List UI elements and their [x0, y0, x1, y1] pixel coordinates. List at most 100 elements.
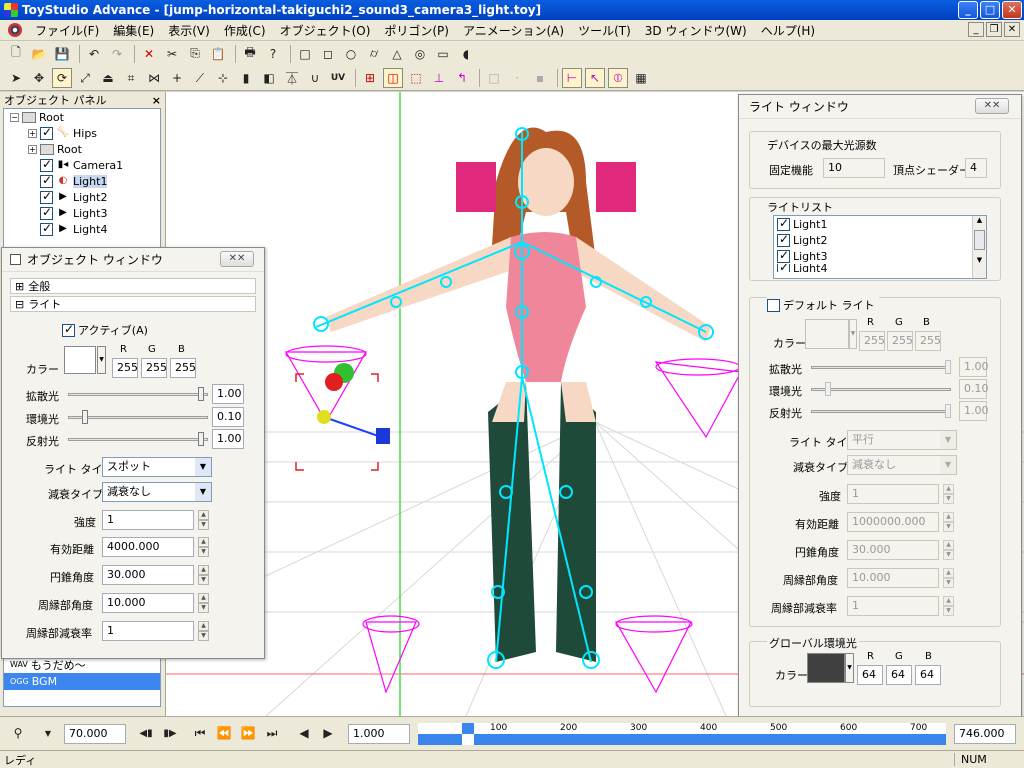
- hierarchy-icon[interactable]: ⊞: [360, 68, 380, 88]
- step-back-icon[interactable]: ⏪: [214, 723, 234, 743]
- show-bones-icon[interactable]: ⊢: [562, 68, 582, 88]
- create-cube-icon[interactable]: ◻: [318, 44, 338, 64]
- light-enable-checkbox[interactable]: [777, 216, 790, 231]
- light-list-item[interactable]: Light2: [774, 232, 986, 248]
- light-enable-checkbox[interactable]: [777, 264, 790, 272]
- range-spinner[interactable]: ▲ ▼: [198, 537, 209, 557]
- diffuse-slider[interactable]: [68, 384, 208, 404]
- scale-icon[interactable]: ⤢: [75, 68, 95, 88]
- tree-item-light2[interactable]: ▶ Light2: [4, 189, 160, 205]
- show-lights-icon[interactable]: ⦶: [608, 68, 628, 88]
- bone-add-icon[interactable]: ⊹: [213, 68, 233, 88]
- cut-icon[interactable]: ✂: [162, 44, 182, 64]
- extrude-icon[interactable]: ⏏: [98, 68, 118, 88]
- section-general-header[interactable]: ⊞ 全般: [10, 278, 256, 294]
- tree-item-light4[interactable]: ▶ Light4: [4, 221, 160, 237]
- tree-item-root[interactable]: − Root: [4, 109, 160, 125]
- light-window-close-button[interactable]: ✕✕: [975, 98, 1009, 114]
- help-icon[interactable]: ?: [263, 44, 283, 64]
- tree-item-light1[interactable]: ◐ Light1: [4, 173, 160, 189]
- key-icon[interactable]: ⚲: [8, 723, 28, 743]
- light-type-select[interactable]: スポット: [102, 457, 212, 477]
- active-checkbox[interactable]: [62, 322, 75, 337]
- timeline-slider[interactable]: 100 200 300 400 500 600 700: [418, 723, 946, 745]
- penumbra-angle-field[interactable]: 10.000: [102, 593, 194, 613]
- cone-angle-field[interactable]: 30.000: [102, 565, 194, 585]
- current-time-field[interactable]: 70.000: [64, 724, 126, 744]
- vertex-move-icon[interactable]: ⌗: [121, 68, 141, 88]
- move-icon[interactable]: ✥: [29, 68, 49, 88]
- ambient-slider[interactable]: [68, 407, 208, 427]
- collapse-icon[interactable]: −: [10, 112, 19, 122]
- playback-speed-field[interactable]: 1.000: [348, 724, 410, 744]
- menu-tools[interactable]: ツール(T): [571, 22, 638, 39]
- tree-item-root-folder[interactable]: + Root: [4, 141, 160, 157]
- color-dropdown-arrow[interactable]: ▼: [97, 346, 106, 374]
- key-dropdown-icon[interactable]: ▼: [38, 723, 58, 743]
- create-cylinder-icon[interactable]: ⌭: [364, 44, 384, 64]
- minimize-button[interactable]: _: [958, 1, 978, 19]
- menu-polygon[interactable]: ポリゴン(P): [377, 22, 456, 39]
- prev-key-icon[interactable]: ◀▮: [136, 723, 156, 743]
- scene-tree[interactable]: − Root + 🦴 Hips + Root ▮◂ Camera1 ◐ Ligh…: [3, 108, 161, 258]
- delete-icon[interactable]: ✕: [139, 44, 159, 64]
- light-list[interactable]: Light1 Light2 Light3 Light4 ▲ ▼: [773, 215, 987, 279]
- end-time-field[interactable]: 746.000: [954, 724, 1016, 744]
- point-icon[interactable]: ▪: [530, 68, 550, 88]
- select-arrow-icon[interactable]: ➤: [6, 68, 26, 88]
- reset-view-icon[interactable]: ↰: [452, 68, 472, 88]
- copy-icon[interactable]: ⎘: [185, 44, 205, 64]
- small-dot-icon[interactable]: ·: [507, 68, 527, 88]
- play-icon[interactable]: ▶: [318, 723, 338, 743]
- tree-item-hips[interactable]: + 🦴 Hips: [4, 125, 160, 141]
- create-speaker-icon[interactable]: ◖: [456, 44, 476, 64]
- magnet-icon[interactable]: ∪: [305, 68, 325, 88]
- axis-icon[interactable]: ⊥: [429, 68, 449, 88]
- light-enable-checkbox[interactable]: [777, 232, 790, 247]
- create-sphere-icon[interactable]: ○: [341, 44, 361, 64]
- specular-slider[interactable]: [68, 429, 208, 449]
- mdi-minimize-button[interactable]: _: [968, 22, 984, 37]
- timeline-cursor[interactable]: [462, 723, 474, 745]
- intensity-field[interactable]: 1: [102, 510, 194, 530]
- create-torus-icon[interactable]: ◎: [410, 44, 430, 64]
- penumbra-angle-spinner[interactable]: ▲ ▼: [198, 593, 209, 613]
- maximize-button[interactable]: □: [980, 1, 1000, 19]
- intensity-spinner[interactable]: ▲ ▼: [198, 510, 209, 530]
- global-color-dropdown-arrow[interactable]: ▼: [845, 653, 854, 683]
- light-list-item[interactable]: Light1: [774, 216, 986, 232]
- open-folder-icon[interactable]: 📂: [29, 44, 49, 64]
- section-light-header[interactable]: ⊟ ライト: [10, 296, 256, 312]
- falloff-spinner[interactable]: ▲ ▼: [198, 621, 209, 641]
- falloff-field[interactable]: 1: [102, 621, 194, 641]
- menu-view[interactable]: 表示(V): [161, 22, 217, 39]
- paint-icon[interactable]: ◧: [259, 68, 279, 88]
- light-list-scrollbar[interactable]: ▲ ▼: [972, 216, 986, 278]
- go-start-icon[interactable]: ⏮: [190, 723, 210, 743]
- create-square-icon[interactable]: □: [295, 44, 315, 64]
- visibility-checkbox[interactable]: [40, 157, 53, 172]
- visibility-checkbox[interactable]: [40, 189, 53, 204]
- active-checkbox-row[interactable]: アクティブ(A): [62, 322, 148, 338]
- menu-file[interactable]: ファイル(F): [28, 22, 106, 39]
- sound-item-bgm[interactable]: OGG BGM: [4, 673, 160, 690]
- light-color-swatch[interactable]: [64, 346, 96, 374]
- light-list-item[interactable]: Light4: [774, 264, 986, 272]
- bounding-box-icon[interactable]: □: [484, 68, 504, 88]
- edge-icon[interactable]: ⋈: [144, 68, 164, 88]
- color-g-field[interactable]: 255: [141, 358, 167, 378]
- step-forward-icon[interactable]: ⏩: [238, 723, 258, 743]
- print-icon[interactable]: 🖶: [240, 44, 260, 64]
- specular-field[interactable]: 1.00: [212, 429, 244, 449]
- sound-list[interactable]: WAV もうだめ～ OGG BGM: [3, 655, 161, 707]
- save-icon[interactable]: 💾: [52, 44, 72, 64]
- tree-item-camera1[interactable]: ▮◂ Camera1: [4, 157, 160, 173]
- create-cone-icon[interactable]: △: [387, 44, 407, 64]
- rotate-icon[interactable]: ⟳: [52, 68, 72, 88]
- knife-icon[interactable]: ⟋: [190, 68, 210, 88]
- menu-create[interactable]: 作成(C): [217, 22, 273, 39]
- diffuse-field[interactable]: 1.00: [212, 384, 244, 404]
- visibility-checkbox[interactable]: [40, 125, 53, 140]
- range-field[interactable]: 4000.000: [102, 537, 194, 557]
- light-enable-checkbox[interactable]: [777, 248, 790, 263]
